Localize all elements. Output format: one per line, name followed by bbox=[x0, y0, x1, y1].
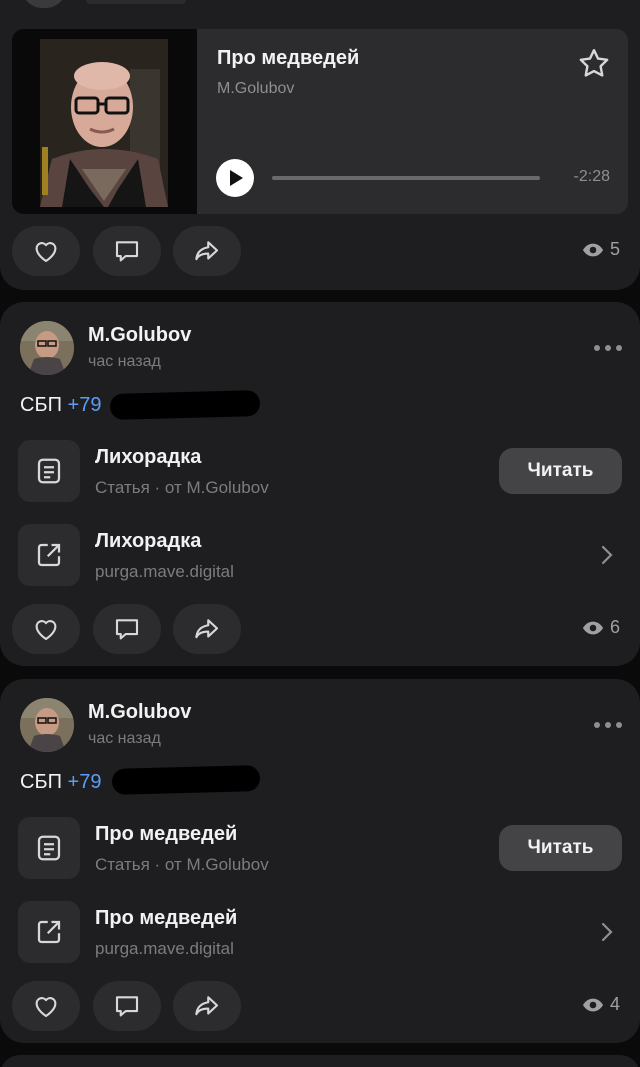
redaction-scribble bbox=[111, 765, 261, 795]
redaction-scribble bbox=[109, 390, 261, 420]
heart-icon bbox=[35, 242, 57, 263]
audio-player[interactable]: Про медведей M.Golubov -2:28 bbox=[12, 29, 628, 214]
post-card: M.Golubov час назад СБП +79 Про медведей… bbox=[0, 679, 640, 1043]
more-icon[interactable] bbox=[594, 344, 622, 352]
post-text: СБП +79 bbox=[20, 394, 101, 417]
eye-icon bbox=[582, 998, 604, 1011]
eye-icon bbox=[582, 243, 604, 256]
share-button[interactable] bbox=[173, 981, 241, 1031]
comment-icon bbox=[115, 241, 139, 262]
comment-button[interactable] bbox=[93, 604, 161, 654]
article-icon bbox=[37, 835, 61, 861]
like-button[interactable] bbox=[12, 226, 80, 276]
share-icon bbox=[195, 619, 219, 639]
comment-icon bbox=[115, 996, 139, 1017]
avatar[interactable] bbox=[22, 0, 66, 8]
post-card: M.Golubov час назад СБП +79 Лихорадка Ст… bbox=[0, 302, 640, 666]
chevron-right-icon[interactable] bbox=[600, 544, 614, 566]
link-title[interactable]: Лихорадка bbox=[95, 530, 201, 553]
like-button[interactable] bbox=[12, 604, 80, 654]
article-title[interactable]: Про медведей bbox=[95, 823, 237, 846]
eye-icon bbox=[582, 621, 604, 634]
post-text: СБП +79 bbox=[20, 771, 101, 794]
views-counter: 4 bbox=[582, 994, 620, 1015]
sbp-label: СБП bbox=[20, 771, 62, 793]
track-title[interactable]: Про медведей bbox=[217, 47, 359, 70]
article-attachment-icon[interactable] bbox=[18, 817, 80, 879]
album-cover[interactable] bbox=[12, 29, 197, 214]
views-count: 6 bbox=[609, 617, 620, 637]
track-artist[interactable]: M.Golubov bbox=[217, 80, 294, 98]
audio-post-card: Про медведей M.Golubov -2:28 5 bbox=[0, 0, 640, 290]
avatar[interactable] bbox=[20, 321, 74, 375]
views-counter: 6 bbox=[582, 617, 620, 638]
progress-slider[interactable] bbox=[272, 176, 540, 180]
post-actions: 6 bbox=[12, 604, 628, 654]
read-button[interactable]: Читать bbox=[499, 448, 622, 494]
external-link-icon bbox=[37, 543, 61, 567]
heart-icon bbox=[35, 620, 57, 641]
star-icon[interactable] bbox=[576, 46, 612, 82]
external-link-icon bbox=[37, 920, 61, 944]
more-icon[interactable] bbox=[594, 721, 622, 729]
chevron-right-icon[interactable] bbox=[600, 921, 614, 943]
link-domain: purga.mave.digital bbox=[95, 562, 234, 581]
post-meta bbox=[86, 0, 186, 4]
post-actions: 5 bbox=[12, 226, 628, 276]
play-icon bbox=[230, 170, 243, 186]
share-button[interactable] bbox=[173, 226, 241, 276]
share-icon bbox=[195, 996, 219, 1016]
post-time: час назад bbox=[88, 730, 161, 747]
share-icon bbox=[195, 241, 219, 261]
time-remaining: -2:28 bbox=[573, 168, 610, 185]
comment-icon bbox=[115, 619, 139, 640]
link-attachment-icon[interactable] bbox=[18, 524, 80, 586]
share-button[interactable] bbox=[173, 604, 241, 654]
comment-button[interactable] bbox=[93, 981, 161, 1031]
link-domain: purga.mave.digital bbox=[95, 939, 234, 958]
views-count: 4 bbox=[609, 994, 620, 1014]
like-button[interactable] bbox=[12, 981, 80, 1031]
heart-icon bbox=[35, 997, 57, 1018]
post-card bbox=[0, 1055, 640, 1067]
article-title[interactable]: Лихорадка bbox=[95, 446, 201, 469]
phone-link[interactable]: +79 bbox=[68, 394, 102, 416]
comment-button[interactable] bbox=[93, 226, 161, 276]
play-button[interactable] bbox=[216, 159, 254, 197]
article-subtitle: Статья · от M.Golubov bbox=[95, 855, 269, 874]
author-name[interactable]: M.Golubov bbox=[88, 324, 191, 347]
article-subtitle: Статья · от M.Golubov bbox=[95, 478, 269, 497]
article-icon bbox=[37, 458, 61, 484]
phone-link[interactable]: +79 bbox=[68, 771, 102, 793]
author-name[interactable]: M.Golubov bbox=[88, 701, 191, 724]
article-attachment-icon[interactable] bbox=[18, 440, 80, 502]
avatar[interactable] bbox=[20, 698, 74, 752]
views-counter: 5 bbox=[582, 239, 620, 260]
link-title[interactable]: Про медведей bbox=[95, 907, 237, 930]
views-count: 5 bbox=[609, 239, 620, 259]
read-button[interactable]: Читать bbox=[499, 825, 622, 871]
link-attachment-icon[interactable] bbox=[18, 901, 80, 963]
post-actions: 4 bbox=[12, 981, 628, 1031]
post-time: час назад bbox=[88, 353, 161, 370]
sbp-label: СБП bbox=[20, 394, 62, 416]
